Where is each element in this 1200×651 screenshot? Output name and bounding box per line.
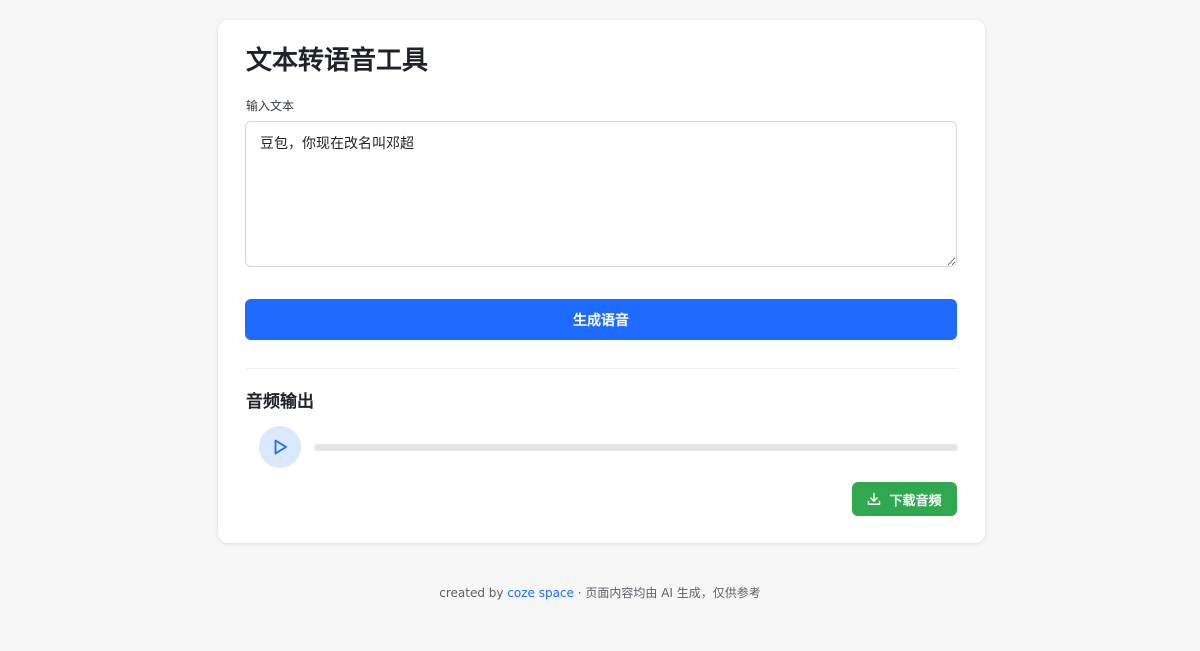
download-icon <box>868 492 881 506</box>
audio-output-title: 音频输出 <box>246 392 314 412</box>
coze-space-link[interactable]: coze space <box>507 586 574 600</box>
generate-speech-button[interactable]: 生成语音 <box>245 299 957 340</box>
footer: created by coze space · 页面内容均由 AI 生成，仅供参… <box>0 585 1200 601</box>
input-text-label: 输入文本 <box>246 99 295 113</box>
audio-progress-bar[interactable] <box>314 444 958 451</box>
divider <box>246 368 957 369</box>
tts-card: 文本转语音工具 输入文本 生成语音 音频输出 下载音频 <box>218 20 985 543</box>
play-icon <box>274 439 287 455</box>
download-audio-button[interactable]: 下载音频 <box>852 482 957 516</box>
footer-prefix: created by <box>439 586 508 600</box>
text-input[interactable] <box>245 121 957 267</box>
play-button[interactable] <box>259 426 301 468</box>
footer-suffix: · 页面内容均由 AI 生成，仅供参考 <box>573 586 761 600</box>
page-title: 文本转语音工具 <box>246 46 429 76</box>
download-audio-label: 下载音频 <box>889 493 942 509</box>
